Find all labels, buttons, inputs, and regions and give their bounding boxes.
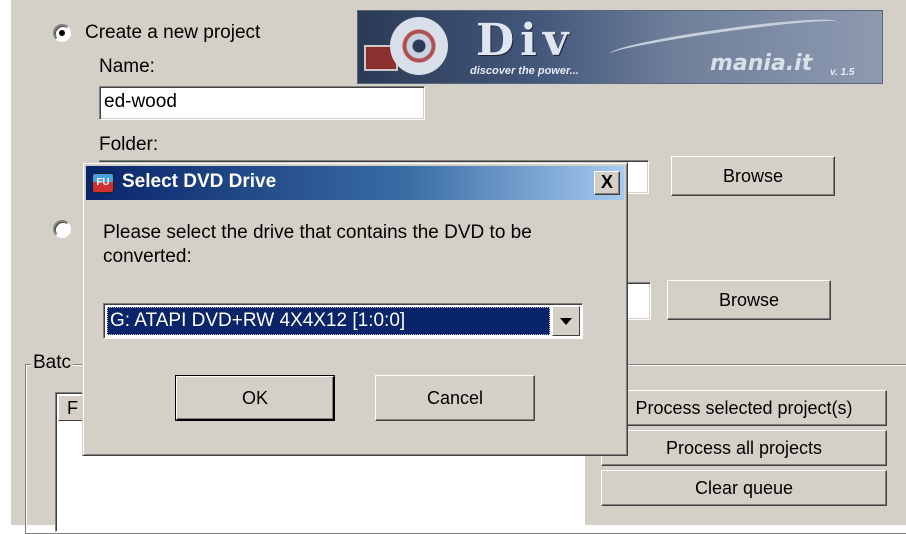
drive-select[interactable]: G: ATAPI DVD+RW 4X4X12 [1:0:0]	[103, 303, 583, 339]
dvd-disc-icon	[390, 17, 448, 75]
batch-group-label: Batc	[31, 352, 74, 374]
divxmania-banner: Div discover the power... mania.it v. 1.…	[357, 10, 883, 84]
browse-project-button[interactable]: Browse	[667, 280, 831, 320]
project-name-input[interactable]: ed-wood	[99, 86, 425, 120]
dialog-message: Please select the drive that contains th…	[103, 222, 532, 267]
process-selected-button[interactable]: Process selected project(s)	[601, 390, 887, 426]
banner-site: mania.it	[710, 51, 813, 76]
browse-folder-button[interactable]: Browse	[671, 156, 835, 196]
banner-tagline: discover the power...	[470, 65, 579, 77]
chevron-down-icon[interactable]	[552, 306, 580, 336]
name-label: Name:	[99, 56, 155, 77]
banner-logo: Div	[476, 15, 575, 66]
create-project-radio[interactable]	[53, 24, 71, 42]
process-all-button[interactable]: Process all projects	[601, 430, 887, 466]
banner-version: v. 1.5	[830, 67, 855, 78]
dialog-title: Select DVD Drive	[122, 171, 277, 192]
open-project-radio[interactable]	[53, 220, 71, 238]
folder-label: Folder:	[99, 134, 159, 155]
create-project-label: Create a new project	[85, 22, 261, 43]
select-dvd-drive-dialog: FU Select DVD Drive X Please select the …	[82, 162, 628, 456]
ok-button[interactable]: OK	[175, 375, 335, 421]
drive-select-value: G: ATAPI DVD+RW 4X4X12 [1:0:0]	[107, 307, 550, 335]
clear-queue-button[interactable]: Clear queue	[601, 470, 887, 506]
dialog-titlebar[interactable]: FU Select DVD Drive X	[86, 166, 624, 200]
close-icon[interactable]: X	[594, 171, 620, 195]
app-icon: FU	[92, 173, 114, 193]
cancel-button[interactable]: Cancel	[375, 375, 535, 421]
